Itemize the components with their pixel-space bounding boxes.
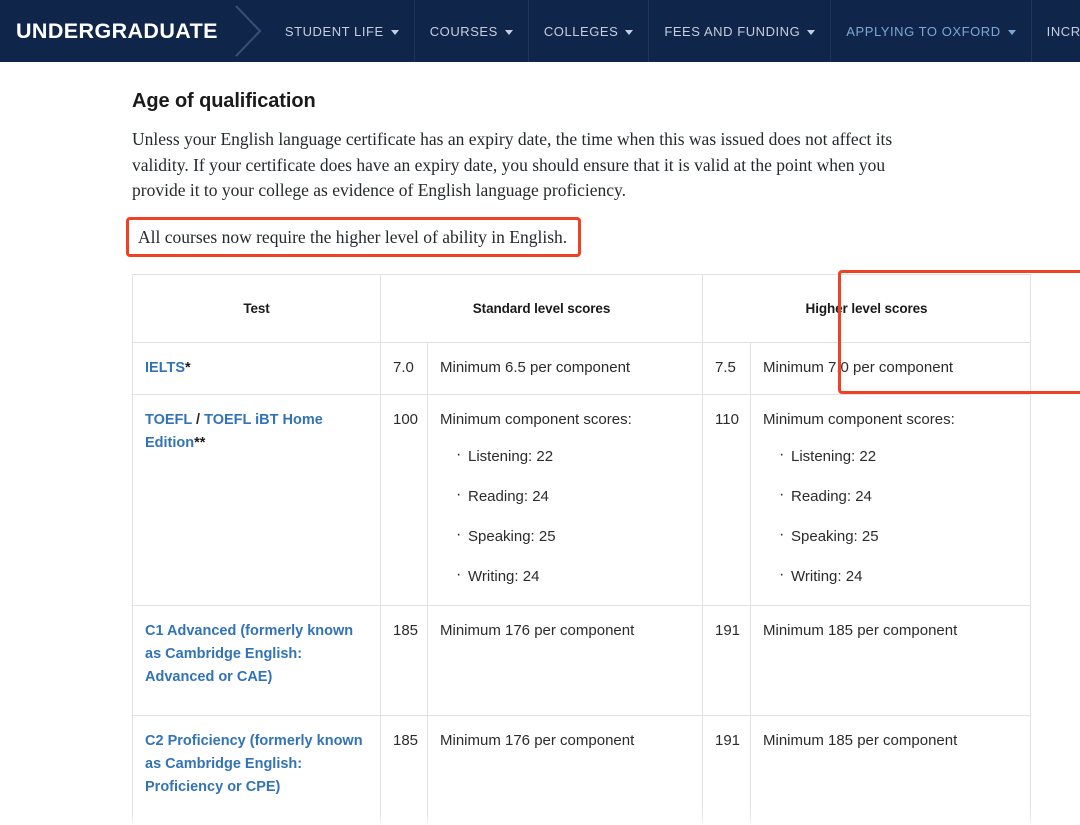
cell-standard-score: 100	[380, 393, 428, 606]
cell-test-name: IELTS*	[132, 341, 381, 395]
cell-standard-detail: Minimum 6.5 per component	[427, 341, 703, 395]
english-requirements-table: Test Standard level scores Higher level …	[132, 273, 1032, 825]
cell-higher-detail: Minimum component scores: Listening: 22 …	[749, 393, 1032, 606]
nav-items-list: STUDENT LIFE COURSES COLLEGES FEES AND F…	[270, 0, 1080, 62]
brand-title[interactable]: UNDERGRADUATE	[16, 19, 218, 44]
link-c1-advanced[interactable]: C1 Advanced (formerly known as Cambridge…	[145, 623, 353, 685]
page-title: Age of qualification	[132, 90, 316, 112]
chevron-down-icon	[390, 29, 399, 35]
nav-item-fees-and-funding[interactable]: FEES AND FUNDING	[648, 0, 830, 62]
nav-item-applying-to-oxford[interactable]: APPLYING TO OXFORD	[830, 0, 1030, 62]
callout-text: All courses now require the higher level…	[138, 226, 568, 247]
cell-higher-detail: Minimum 185 per component	[749, 604, 1032, 716]
cell-test-name: C1 Advanced (formerly known as Cambridge…	[132, 604, 381, 716]
cell-higher-detail: Minimum 7.0 per component	[749, 341, 1032, 395]
page-content: Age of qualification Unless your English…	[0, 62, 1080, 825]
nav-item-label: INCREASING ACCESS	[1046, 23, 1080, 39]
chevron-right-icon	[228, 0, 270, 62]
list-item: Speaking: 25	[779, 525, 1020, 547]
cell-higher-score: 110	[702, 393, 751, 606]
table-body: IELTS* 7.0 Minimum 6.5 per component 7.5…	[132, 341, 1032, 825]
table-header-row: Test Standard level scores Higher level …	[132, 273, 1032, 343]
table-head: Test Standard level scores Higher level …	[132, 273, 1032, 343]
component-score-list: Listening: 22 Reading: 24 Speaking: 25 W…	[763, 445, 1020, 587]
intro-paragraph: Unless your English language certificate…	[132, 129, 893, 200]
nav-item-label: APPLYING TO OXFORD	[846, 23, 1001, 39]
table-row: C1 Advanced (formerly known as Cambridge…	[132, 604, 1032, 716]
table-row: TOEFL / TOEFL iBT Home Edition** 100 Min…	[132, 393, 1032, 606]
nav-item-label: STUDENT LIFE	[284, 23, 384, 39]
nav-item-colleges[interactable]: COLLEGES	[527, 0, 648, 62]
site-navigation-bar: UNDERGRADUATE STUDENT LIFE COURSES COLLE…	[0, 0, 1080, 62]
cell-standard-detail: Minimum 176 per component	[427, 714, 703, 825]
footnote-marker: **	[194, 434, 206, 451]
link-c2-proficiency[interactable]: C2 Proficiency (formerly known as Cambri…	[145, 733, 363, 795]
nav-item-label: FEES AND FUNDING	[664, 23, 801, 39]
cell-standard-score: 185	[380, 714, 428, 825]
cell-higher-score: 191	[702, 604, 751, 716]
column-header-test: Test	[132, 273, 381, 343]
component-score-list: Listening: 22 Reading: 24 Speaking: 25 W…	[440, 445, 692, 587]
link-ielts[interactable]: IELTS	[145, 360, 185, 376]
cell-standard-detail: Minimum 176 per component	[427, 604, 703, 716]
table-row: IELTS* 7.0 Minimum 6.5 per component 7.5…	[132, 341, 1032, 395]
chevron-down-icon	[1007, 29, 1016, 35]
cell-standard-detail: Minimum component scores: Listening: 22 …	[427, 393, 703, 606]
chevron-down-icon	[807, 29, 816, 35]
nav-item-courses[interactable]: COURSES	[413, 0, 528, 62]
list-item: Listening: 22	[456, 445, 692, 467]
list-item: Speaking: 25	[456, 525, 692, 547]
brand-area: UNDERGRADUATE	[0, 0, 270, 62]
nav-item-label: COURSES	[429, 23, 498, 39]
cell-standard-score: 7.0	[380, 341, 428, 395]
nav-item-increasing-access[interactable]: INCREASING ACCESS	[1030, 0, 1080, 62]
footnote-marker: *	[185, 359, 191, 376]
callout-highlight-area: All courses now require the higher level…	[126, 216, 582, 257]
component-intro: Minimum component scores:	[763, 410, 955, 428]
nav-item-student-life[interactable]: STUDENT LIFE	[270, 0, 414, 62]
cell-standard-score: 185	[380, 604, 428, 716]
scores-table-wrapper: Test Standard level scores Higher level …	[132, 269, 1080, 825]
chevron-down-icon	[625, 29, 634, 35]
cell-higher-score: 191	[702, 714, 751, 825]
cell-test-name: C2 Proficiency (formerly known as Cambri…	[132, 714, 381, 825]
list-item: Listening: 22	[779, 445, 1020, 467]
content-column: Age of qualification Unless your English…	[126, 62, 1080, 825]
column-header-standard-level-scores: Standard level scores	[380, 273, 703, 343]
separator-slash: /	[192, 411, 205, 428]
list-item: Reading: 24	[456, 485, 692, 507]
list-item: Reading: 24	[779, 485, 1020, 507]
column-header-higher-level-scores: Higher level scores	[701, 273, 1032, 343]
link-toefl[interactable]: TOEFL	[145, 412, 192, 428]
cell-higher-score: 7.5	[702, 341, 751, 395]
nav-item-label: COLLEGES	[543, 23, 619, 39]
chevron-down-icon	[504, 29, 513, 35]
component-intro: Minimum component scores:	[440, 410, 632, 428]
list-item: Writing: 24	[456, 565, 692, 587]
cell-higher-detail: Minimum 185 per component	[749, 714, 1032, 825]
list-item: Writing: 24	[779, 565, 1020, 587]
cell-test-name: TOEFL / TOEFL iBT Home Edition**	[132, 393, 381, 606]
table-row: C2 Proficiency (formerly known as Cambri…	[132, 714, 1032, 825]
